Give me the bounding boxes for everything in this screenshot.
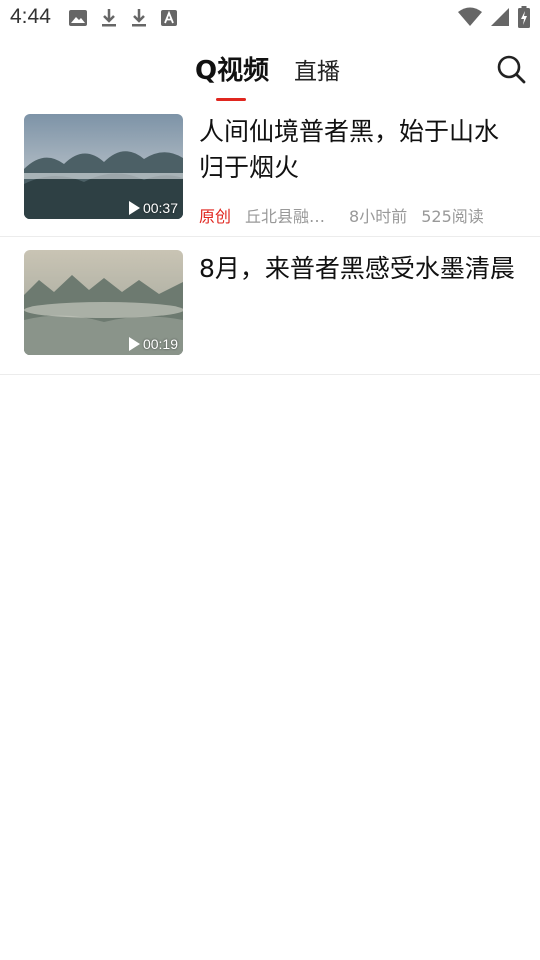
font-icon (161, 10, 177, 26)
duration-text: 00:37 (142, 200, 178, 216)
download-icon (132, 9, 146, 27)
wifi-icon (458, 7, 482, 26)
video-thumbnail[interactable]: 00:19 (24, 250, 183, 355)
original-badge: 原创 (199, 207, 232, 226)
list-item[interactable]: 00:37 人间仙境普者黑，始于山水归于烟火 原创 丘北县融… 8小时前 525… (0, 106, 540, 237)
article-meta: 原创 丘北县融… 8小时前 525阅读 (199, 203, 484, 227)
status-time: 4:44 (10, 5, 51, 28)
image-icon (69, 10, 87, 26)
header: Q视频 直播 (0, 36, 540, 106)
play-icon (128, 337, 140, 351)
article-source: 丘北县融… (245, 207, 326, 226)
article-title[interactable]: 8月，来普者黑感受水墨清晨 (199, 251, 521, 287)
video-duration: 00:19 (128, 336, 178, 352)
system-icons (458, 6, 530, 28)
list-item[interactable]: 00:19 8月，来普者黑感受水墨清晨 (0, 237, 540, 375)
tab-live[interactable]: 直播 (294, 52, 340, 86)
video-duration: 00:37 (128, 200, 178, 216)
signal-icon (491, 8, 509, 26)
search-icon[interactable] (496, 54, 526, 84)
article-reads: 525阅读 (421, 207, 484, 226)
battery-icon (518, 6, 530, 28)
duration-text: 00:19 (142, 336, 178, 352)
status-bar: 4:44 (0, 0, 540, 36)
article-time: 8小时前 (349, 207, 408, 226)
active-tab-indicator (216, 98, 246, 101)
article-title[interactable]: 人间仙境普者黑，始于山水归于烟火 (199, 114, 521, 186)
download-icon (102, 9, 116, 27)
notification-icons (68, 8, 178, 28)
video-thumbnail[interactable]: 00:37 (24, 114, 183, 219)
play-icon (128, 201, 140, 215)
tab-q-video[interactable]: Q视频 (195, 50, 269, 87)
